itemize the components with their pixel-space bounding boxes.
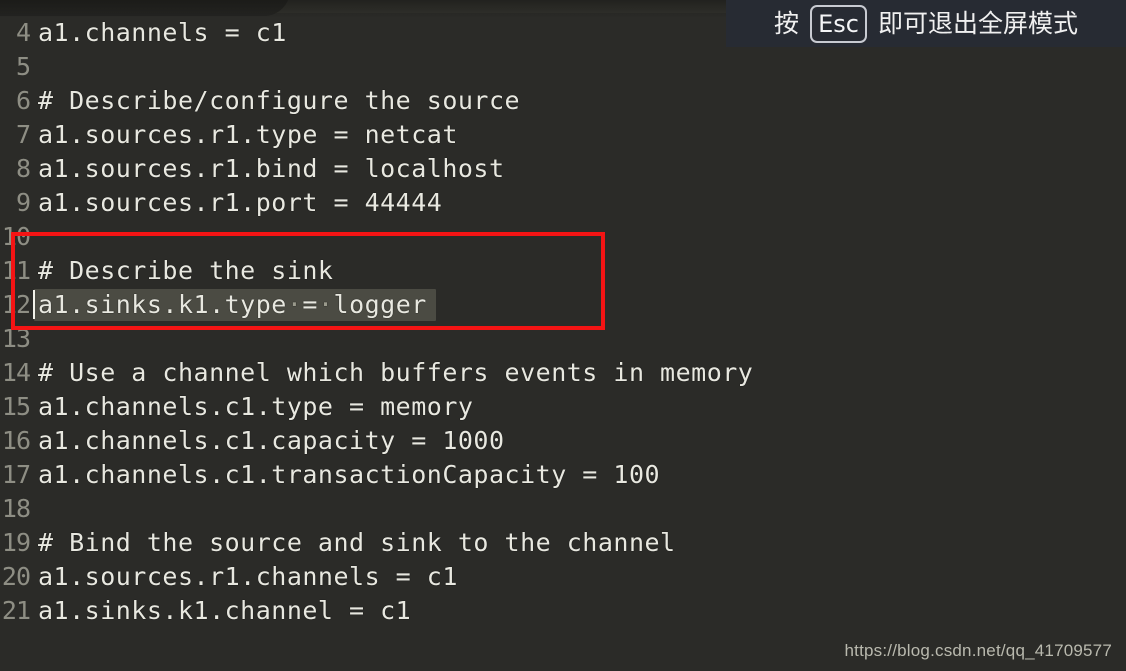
line-number: 10 xyxy=(1,222,31,251)
line-number: 9 xyxy=(15,188,31,217)
line-number: 20 xyxy=(1,562,31,591)
line-number: 7 xyxy=(15,120,31,149)
code-line[interactable]: 6 # Describe/configure the source xyxy=(0,84,1126,118)
line-number: 18 xyxy=(1,494,31,523)
code-line-text: # Describe/configure the source xyxy=(38,86,521,115)
fullscreen-exit-hint: 按 Esc 即可退出全屏模式 xyxy=(726,0,1126,47)
line-number: 21 xyxy=(1,596,31,625)
line-number: 17 xyxy=(1,460,31,489)
code-line[interactable]: 5 xyxy=(0,50,1126,84)
blog-watermark: https://blog.csdn.net/qq_41709577 xyxy=(844,641,1112,660)
selected-line-equals: = xyxy=(302,290,318,319)
line-number: 5 xyxy=(15,52,31,81)
code-line[interactable]: 15 a1.channels.c1.type = memory xyxy=(0,390,1126,424)
line-number: 15 xyxy=(1,392,31,421)
line-number: 14 xyxy=(1,358,31,387)
code-line[interactable]: 10 xyxy=(0,220,1126,254)
code-line-text: a1.sources.r1.bind = localhost xyxy=(38,154,505,183)
whitespace-dot: · xyxy=(286,290,303,319)
code-line[interactable]: 19 # Bind the source and sink to the chan… xyxy=(0,526,1126,560)
selected-line-prefix: a1.sinks.k1.type xyxy=(38,290,287,319)
code-line-text: a1.sources.r1.port = 44444 xyxy=(38,188,443,217)
code-line[interactable]: 14 # Use a channel which buffers events i… xyxy=(0,356,1126,390)
line-number: 16 xyxy=(1,426,31,455)
code-line-text: # Bind the source and sink to the channe… xyxy=(38,528,676,557)
line-number: 19 xyxy=(1,528,31,557)
selected-line-value: logger xyxy=(333,290,427,319)
line-number: 13 xyxy=(1,324,31,353)
code-line[interactable]: 16 a1.channels.c1.capacity = 1000 xyxy=(0,424,1126,458)
code-line[interactable]: 12 a1.sinks.k1.type·=·logger xyxy=(0,288,1126,322)
code-line[interactable]: 17 a1.channels.c1.transactionCapacity = 1… xyxy=(0,458,1126,492)
whitespace-dot: · xyxy=(317,290,334,319)
code-line[interactable]: 18 xyxy=(0,492,1126,526)
text-caret xyxy=(33,290,35,319)
code-line-text: # Use a channel which buffers events in … xyxy=(38,358,754,387)
line-number: 4 xyxy=(15,18,31,47)
code-line-text: # Describe the sink xyxy=(38,256,334,285)
code-line[interactable]: 8 a1.sources.r1.bind = localhost xyxy=(0,152,1126,186)
code-line[interactable]: 13 xyxy=(0,322,1126,356)
esc-key-cap: Esc xyxy=(810,4,867,43)
screenshot-root: 4 a1.channels = c1 5 6 # Describe/configure … xyxy=(0,0,1126,671)
line-number: 8 xyxy=(15,154,31,183)
code-editor[interactable]: 4 a1.channels = c1 5 6 # Describe/configure … xyxy=(0,0,1126,671)
selected-text-range: a1.sinks.k1.type·=·logger xyxy=(33,288,436,322)
code-line-text: a1.sinks.k1.type·=·logger xyxy=(33,288,436,322)
code-line-text: a1.channels.c1.capacity = 1000 xyxy=(38,426,505,455)
hint-suffix-text: 即可退出全屏模式 xyxy=(877,9,1078,38)
code-line[interactable]: 20 a1.sources.r1.channels = c1 xyxy=(0,560,1126,594)
code-line[interactable]: 9 a1.sources.r1.port = 44444 xyxy=(0,186,1126,220)
code-line-text: a1.sources.r1.type = netcat xyxy=(38,120,458,149)
code-line[interactable]: 11 # Describe the sink xyxy=(0,254,1126,288)
line-number: 11 xyxy=(1,256,31,285)
code-line[interactable]: 21 a1.sinks.k1.channel = c1 xyxy=(0,594,1126,628)
hint-prefix-text: 按 xyxy=(774,9,800,38)
code-line-text: a1.sources.r1.channels = c1 xyxy=(38,562,458,591)
code-line-text: a1.sinks.k1.channel = c1 xyxy=(38,596,412,625)
code-line-text: a1.channels.c1.type = memory xyxy=(38,392,474,421)
code-line-text: a1.channels = c1 xyxy=(38,18,287,47)
code-line[interactable]: 7 a1.sources.r1.type = netcat xyxy=(0,118,1126,152)
line-number: 6 xyxy=(15,86,31,115)
code-line-text: a1.channels.c1.transactionCapacity = 100 xyxy=(38,460,661,489)
